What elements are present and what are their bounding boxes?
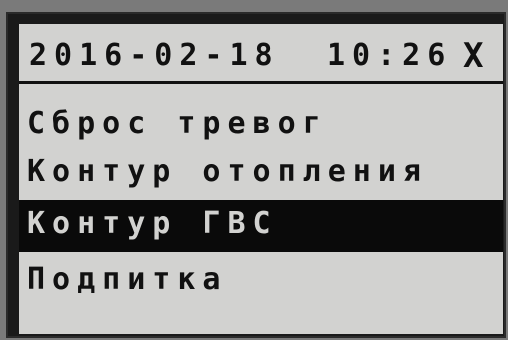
date-display: 2016-02-18 (29, 38, 280, 73)
menu-item-reset-alarms[interactable]: Сброс тревог (19, 100, 503, 148)
menu-item-makeup[interactable]: Подпитка (19, 256, 503, 304)
menu-item-label: Контур ГВС (27, 206, 278, 241)
menu-item-hot-water-circuit[interactable]: Контур ГВС (19, 200, 503, 252)
lcd-screen: 2016-02-18 10:26 X Сброс тревог Контур о… (19, 24, 503, 334)
menu-item-label: Контур отопления (27, 154, 428, 189)
status-header: 2016-02-18 10:26 X (19, 32, 503, 84)
close-icon[interactable]: X (463, 32, 483, 80)
time-display: 10:26 (327, 38, 453, 73)
menu-item-heating-circuit[interactable]: Контур отопления (19, 148, 503, 196)
menu-item-label: Подпитка (27, 262, 228, 297)
menu-item-label: Сброс тревог (27, 106, 328, 141)
